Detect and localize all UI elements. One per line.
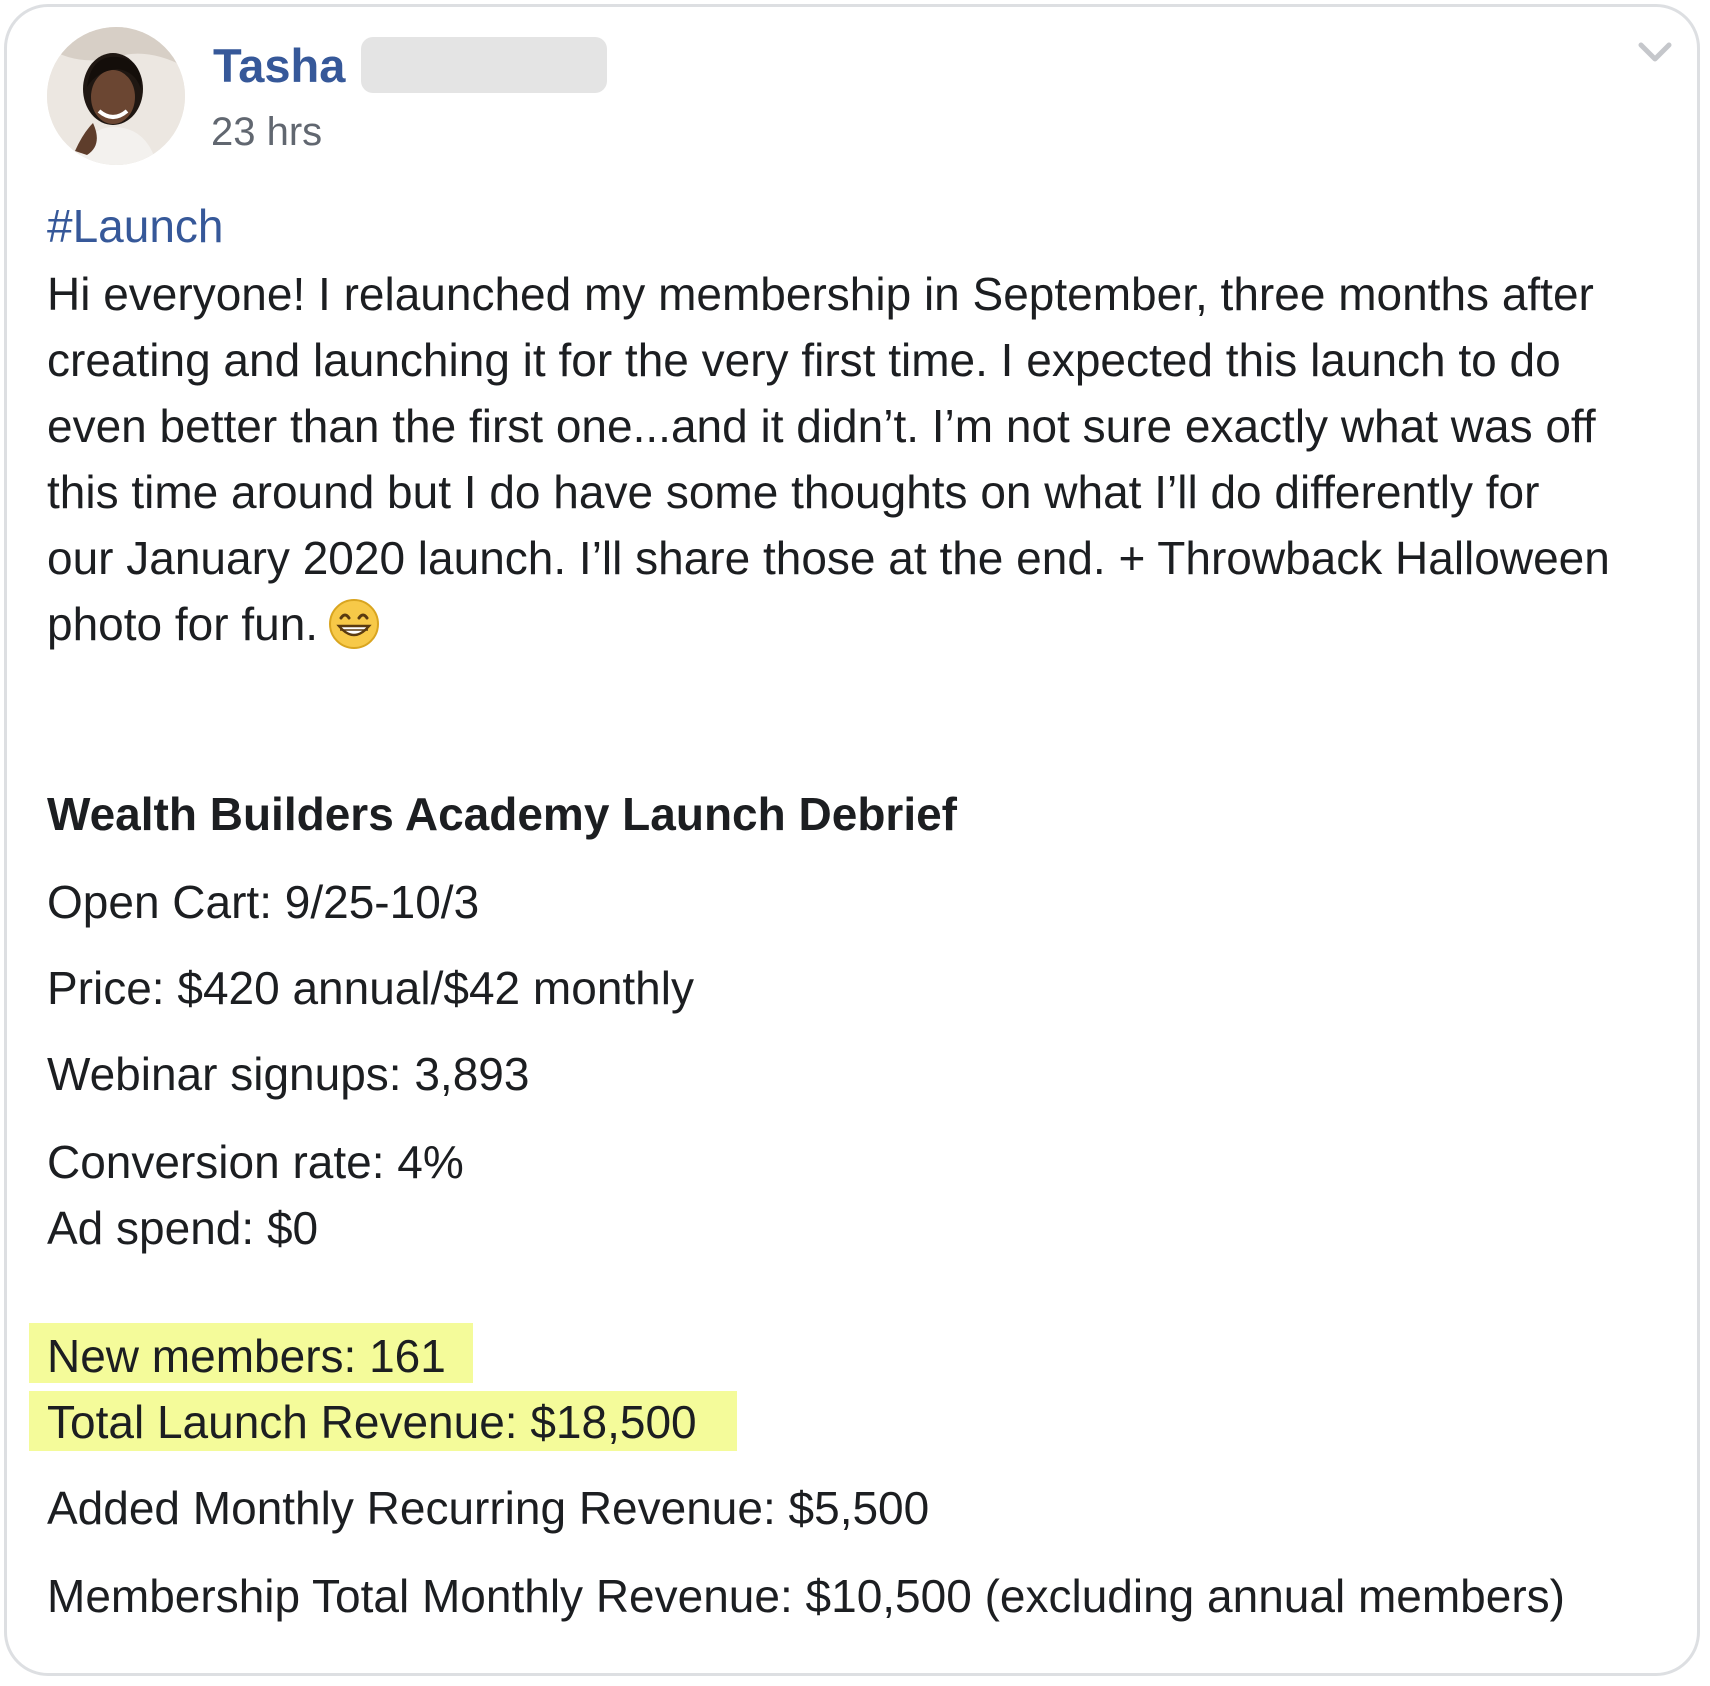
debrief-open-cart: Open Cart: 9/25-10/3	[47, 876, 480, 928]
author-avatar[interactable]	[47, 27, 185, 165]
avatar-photo-icon	[47, 27, 185, 165]
redacted-name-block	[361, 37, 607, 93]
debrief-membership-total-monthly: Membership Total Monthly Revenue: $10,50…	[47, 1570, 1565, 1622]
grinning-face-emoji-icon	[328, 598, 380, 650]
post-body-line: even better than the first one...and it …	[47, 400, 1596, 452]
post-body-line: our January 2020 launch. I’ll share thos…	[47, 532, 1610, 584]
debrief-ad-spend: Ad spend: $0	[47, 1202, 319, 1254]
post-options-chevron-icon[interactable]	[1633, 35, 1677, 69]
debrief-new-members: New members: 161	[47, 1330, 446, 1382]
debrief-webinar-signups: Webinar signups: 3,893	[47, 1048, 530, 1100]
post-body-line: Hi everyone! I relaunched my membership …	[47, 268, 1594, 320]
debrief-added-mrr: Added Monthly Recurring Revenue: $5,500	[47, 1482, 930, 1534]
post-body-line: photo for fun.	[47, 598, 319, 650]
debrief-title: Wealth Builders Academy Launch Debrief	[47, 788, 958, 840]
debrief-price: Price: $420 annual/$42 monthly	[47, 962, 694, 1014]
debrief-conversion-rate: Conversion rate: 4%	[47, 1136, 464, 1188]
post-body-line: this time around but I do have some thou…	[47, 466, 1540, 518]
post-timestamp[interactable]: 23 hrs	[211, 107, 322, 157]
post-body-last-line: photo for fun.	[47, 591, 380, 657]
post-body-line: creating and launching it for the very f…	[47, 334, 1561, 386]
author-name[interactable]: Tasha	[213, 37, 345, 95]
post-card: Tasha 23 hrs #Launch Hi everyone! I rela…	[4, 4, 1700, 1676]
hashtag-link[interactable]: #Launch	[47, 193, 224, 259]
debrief-total-launch-revenue: Total Launch Revenue: $18,500	[47, 1396, 697, 1448]
